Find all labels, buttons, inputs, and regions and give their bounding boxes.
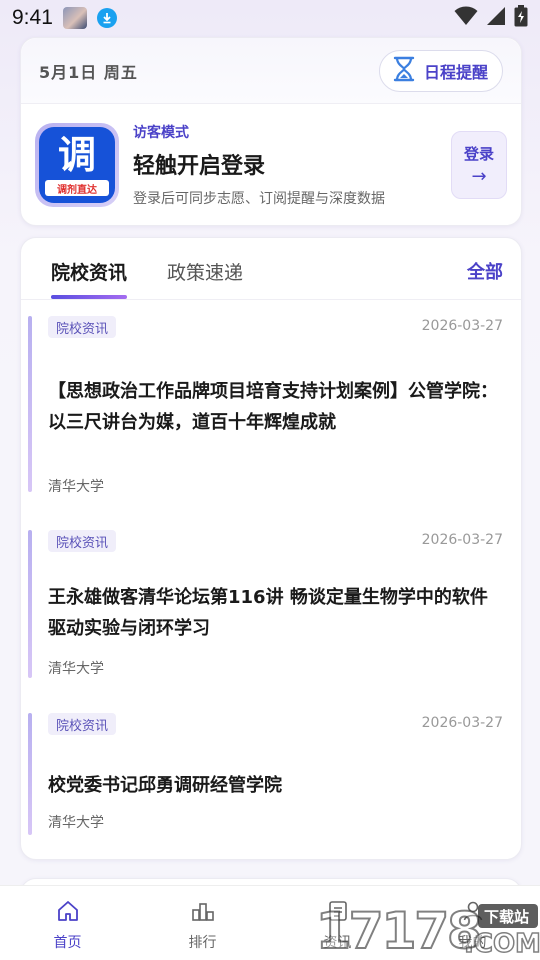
app-logo-glyph: 调	[57, 133, 96, 177]
login-title: 轻触开启登录	[133, 154, 266, 179]
active-tab-indicator	[51, 295, 128, 299]
nav-profile[interactable]: 我的	[405, 886, 540, 960]
news-source: 清华大学	[48, 815, 104, 831]
arrow-right-icon: →	[471, 166, 487, 187]
news-source: 清华大学	[48, 479, 104, 495]
status-icons	[454, 5, 528, 31]
schedule-reminder-label: 日程提醒	[423, 62, 488, 82]
news-card: 院校资讯 政策速递 全部 院校资讯 2026-03-27 【思想政治工作品牌项目…	[20, 237, 522, 860]
status-time: 9:41	[12, 6, 53, 29]
bottom-navigation: 首页 排行 资讯 我的	[0, 885, 540, 960]
nav-home-label: 首页	[53, 935, 82, 951]
login-button[interactable]: 登录 →	[451, 131, 507, 199]
guest-mode-label: 访客模式	[133, 125, 189, 141]
news-date: 2026-03-27	[421, 715, 503, 731]
nav-news-label: 资讯	[323, 935, 352, 951]
schedule-reminder-button[interactable]: 日程提醒	[378, 49, 503, 92]
tab-policy-news[interactable]: 政策速递	[167, 258, 243, 299]
app-logo-strip: 调剂直达	[45, 180, 109, 196]
nav-home[interactable]: 首页	[0, 886, 135, 960]
signal-icon	[486, 6, 506, 30]
current-date: 5月1日 周五	[39, 62, 138, 82]
ranking-icon	[191, 900, 215, 926]
news-date: 2026-03-27	[421, 532, 503, 548]
status-bar: 9:41	[0, 0, 540, 36]
news-title: 【思想政治工作品牌项目培育支持计划案例】公管学院：以三尺讲台为媒，道百十年辉煌成…	[48, 381, 498, 433]
app-screen: 9:41 5月1日 周五 日程提醒 调 调剂直达 访客模式 轻触开启登录 登录后…	[0, 0, 540, 960]
news-item[interactable]: 院校资讯 2026-03-27 王永雄做客清华论坛第116讲 畅谈定量生物学中的…	[21, 530, 523, 680]
nav-ranking[interactable]: 排行	[135, 886, 270, 960]
login-button-label: 登录	[463, 145, 494, 163]
nav-profile-label: 我的	[458, 935, 487, 951]
news-category-tag: 院校资讯	[48, 316, 117, 338]
wifi-icon	[454, 6, 478, 30]
news-category-tag: 院校资讯	[48, 713, 117, 735]
news-tabs: 院校资讯 政策速递 全部	[21, 238, 521, 300]
profile-icon	[462, 900, 484, 926]
battery-icon	[514, 5, 528, 31]
login-card: 5月1日 周五 日程提醒 调 调剂直达 访客模式 轻触开启登录 登录后可同步志愿…	[20, 37, 522, 226]
news-item[interactable]: 院校资讯 2026-03-27 【思想政治工作品牌项目培育支持计划案例】公管学院…	[21, 316, 523, 496]
app-logo-strip-text: 调剂直达	[57, 184, 97, 196]
news-source: 清华大学	[48, 661, 104, 677]
login-row[interactable]: 调 调剂直达 访客模式 轻触开启登录 登录后可同步志愿、订阅提醒与深度数据 登录…	[21, 104, 521, 226]
date-row: 5月1日 周五 日程提醒	[21, 38, 521, 104]
tab-policy-news-label: 政策速递	[167, 262, 244, 284]
news-item[interactable]: 院校资讯 2026-03-27 校党委书记邱勇调研经管学院 清华大学	[21, 713, 523, 838]
home-icon	[57, 900, 79, 926]
login-subtitle: 登录后可同步志愿、订阅提醒与深度数据	[133, 191, 385, 207]
download-icon	[96, 8, 117, 28]
news-date: 2026-03-27	[421, 318, 503, 334]
news-title: 校党委书记邱勇调研经管学院	[48, 775, 282, 796]
notification-avatar-icon	[62, 7, 87, 29]
tab-school-news-label: 院校资讯	[51, 262, 128, 284]
news-icon	[327, 900, 349, 926]
news-title: 王永雄做客清华论坛第116讲 畅谈定量生物学中的软件驱动实验与闭环学习	[48, 587, 488, 639]
nav-ranking-label: 排行	[188, 935, 217, 951]
news-item-accent-bar	[28, 530, 32, 678]
hourglass-icon	[392, 56, 416, 86]
news-item-accent-bar	[28, 713, 32, 835]
login-text-block: 访客模式 轻触开启登录 登录后可同步志愿、订阅提醒与深度数据	[133, 122, 443, 208]
news-item-accent-bar	[28, 316, 32, 492]
app-logo: 调 调剂直达	[35, 123, 119, 207]
nav-news[interactable]: 资讯	[270, 886, 405, 960]
view-all-link[interactable]: 全部	[467, 258, 503, 284]
tab-school-news[interactable]: 院校资讯	[51, 258, 128, 299]
news-category-tag: 院校资讯	[48, 530, 117, 552]
